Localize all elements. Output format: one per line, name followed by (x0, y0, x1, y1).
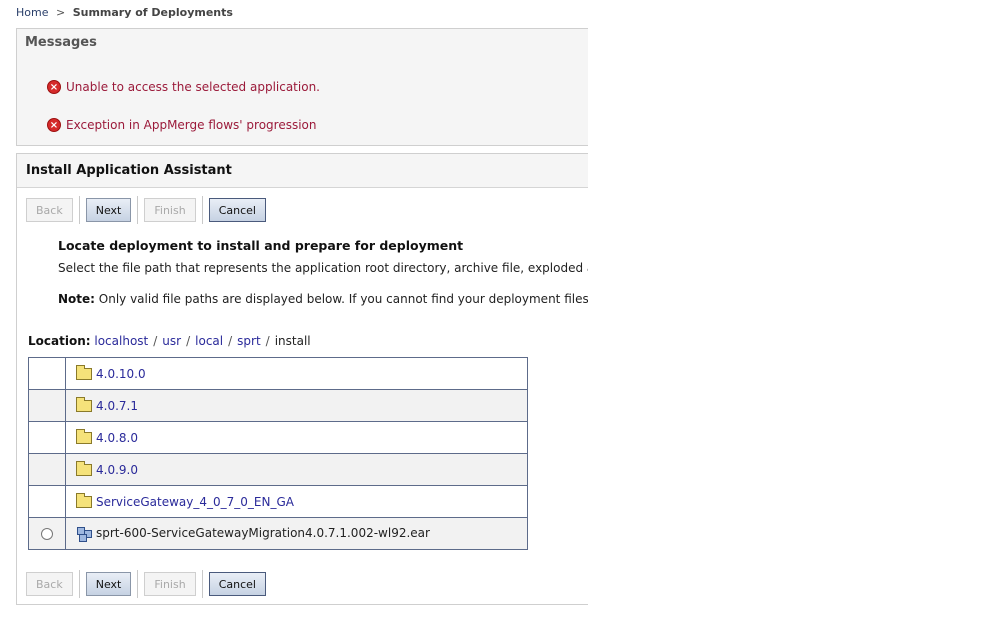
file-name-cell: ServiceGateway_4_0_7_0_EN_GA (65, 485, 528, 518)
location-current-segment: install (274, 334, 311, 348)
location-segment-link[interactable]: localhost (94, 334, 148, 348)
select-cell (28, 357, 66, 390)
note-body: Only valid file paths are displayed belo… (94, 292, 588, 306)
cancel-button[interactable]: Cancel (208, 572, 266, 596)
folder-icon (76, 461, 92, 476)
file-select-radio[interactable] (41, 528, 53, 540)
top-button-bar: Back Next Finish Cancel (26, 196, 272, 224)
button-divider (78, 196, 80, 224)
error-message: × Exception in AppMerge flows' progressi… (47, 118, 317, 132)
file-table: 4.0.10.0 4.0.7.1 4.0.8.0 4.0.9.0 Service… (28, 357, 528, 550)
folder-link[interactable]: 4.0.9.0 (96, 463, 138, 477)
breadcrumb: Home > Summary of Deployments (16, 6, 233, 19)
error-icon: × (47, 118, 61, 132)
folder-icon (76, 397, 92, 412)
breadcrumb-separator: > (55, 6, 66, 19)
location-label: Location: (28, 334, 91, 348)
error-message-text: Exception in AppMerge flows' progression (66, 118, 317, 132)
messages-panel: Messages × Unable to access the selected… (16, 28, 588, 146)
folder-link[interactable]: 4.0.8.0 (96, 431, 138, 445)
locate-title: Locate deployment to install and prepare… (58, 238, 464, 253)
breadcrumb-current: Summary of Deployments (72, 6, 233, 19)
archive-file-name: sprt-600-ServiceGatewayMigration4.0.7.1.… (96, 526, 430, 541)
finish-button[interactable]: Finish (144, 572, 196, 596)
location-segment-link[interactable]: sprt (237, 334, 261, 348)
select-cell (28, 517, 66, 550)
table-row: 4.0.9.0 (28, 453, 528, 486)
back-button[interactable]: Back (26, 198, 73, 222)
note-label: Note: (58, 292, 95, 306)
file-name-cell: 4.0.9.0 (65, 453, 528, 486)
ear-archive-icon (76, 526, 92, 542)
finish-button[interactable]: Finish (144, 198, 196, 222)
select-cell (28, 421, 66, 454)
install-assistant-panel: Install Application Assistant Back Next … (16, 153, 588, 605)
path-separator: / (265, 334, 270, 348)
table-row: 4.0.7.1 (28, 389, 528, 422)
folder-icon (76, 429, 92, 444)
error-icon: × (47, 80, 61, 94)
path-separator: / (153, 334, 158, 348)
table-row: 4.0.10.0 (28, 357, 528, 390)
button-divider (78, 570, 80, 598)
error-message: × Unable to access the selected applicat… (47, 80, 320, 94)
next-button[interactable]: Next (85, 198, 132, 222)
button-divider (137, 196, 139, 224)
location-segment-link[interactable]: usr (162, 334, 181, 348)
file-name-cell: 4.0.8.0 (65, 421, 528, 454)
table-row: sprt-600-ServiceGatewayMigration4.0.7.1.… (28, 517, 528, 550)
assistant-header: Install Application Assistant (17, 154, 588, 188)
next-button[interactable]: Next (85, 572, 132, 596)
breadcrumb-home-link[interactable]: Home (16, 6, 48, 19)
folder-icon (76, 493, 92, 508)
select-cell (28, 389, 66, 422)
select-cell (28, 485, 66, 518)
button-divider (137, 570, 139, 598)
messages-title: Messages (25, 35, 97, 50)
cancel-button[interactable]: Cancel (208, 198, 266, 222)
folder-link[interactable]: 4.0.7.1 (96, 399, 138, 413)
folder-link[interactable]: 4.0.10.0 (96, 367, 146, 381)
locate-description: Select the file path that represents the… (58, 261, 588, 275)
bottom-button-bar: Back Next Finish Cancel (26, 570, 272, 598)
back-button[interactable]: Back (26, 572, 73, 596)
folder-icon (76, 365, 92, 380)
file-name-cell: sprt-600-ServiceGatewayMigration4.0.7.1.… (65, 517, 528, 550)
location-segment-link[interactable]: local (195, 334, 223, 348)
note-text: Note: Only valid file paths are displaye… (58, 292, 588, 306)
select-cell (28, 453, 66, 486)
file-name-cell: 4.0.7.1 (65, 389, 528, 422)
button-divider (201, 570, 203, 598)
location-path: Location: localhost / usr / local / sprt / insta… (28, 334, 311, 348)
assistant-title: Install Application Assistant (26, 163, 232, 178)
path-separator: / (228, 334, 233, 348)
path-separator: / (186, 334, 191, 348)
file-name-cell: 4.0.10.0 (65, 357, 528, 390)
table-row: ServiceGateway_4_0_7_0_EN_GA (28, 485, 528, 518)
error-message-text: Unable to access the selected applicatio… (66, 80, 320, 94)
folder-link[interactable]: ServiceGateway_4_0_7_0_EN_GA (96, 495, 294, 509)
button-divider (201, 196, 203, 224)
table-row: 4.0.8.0 (28, 421, 528, 454)
